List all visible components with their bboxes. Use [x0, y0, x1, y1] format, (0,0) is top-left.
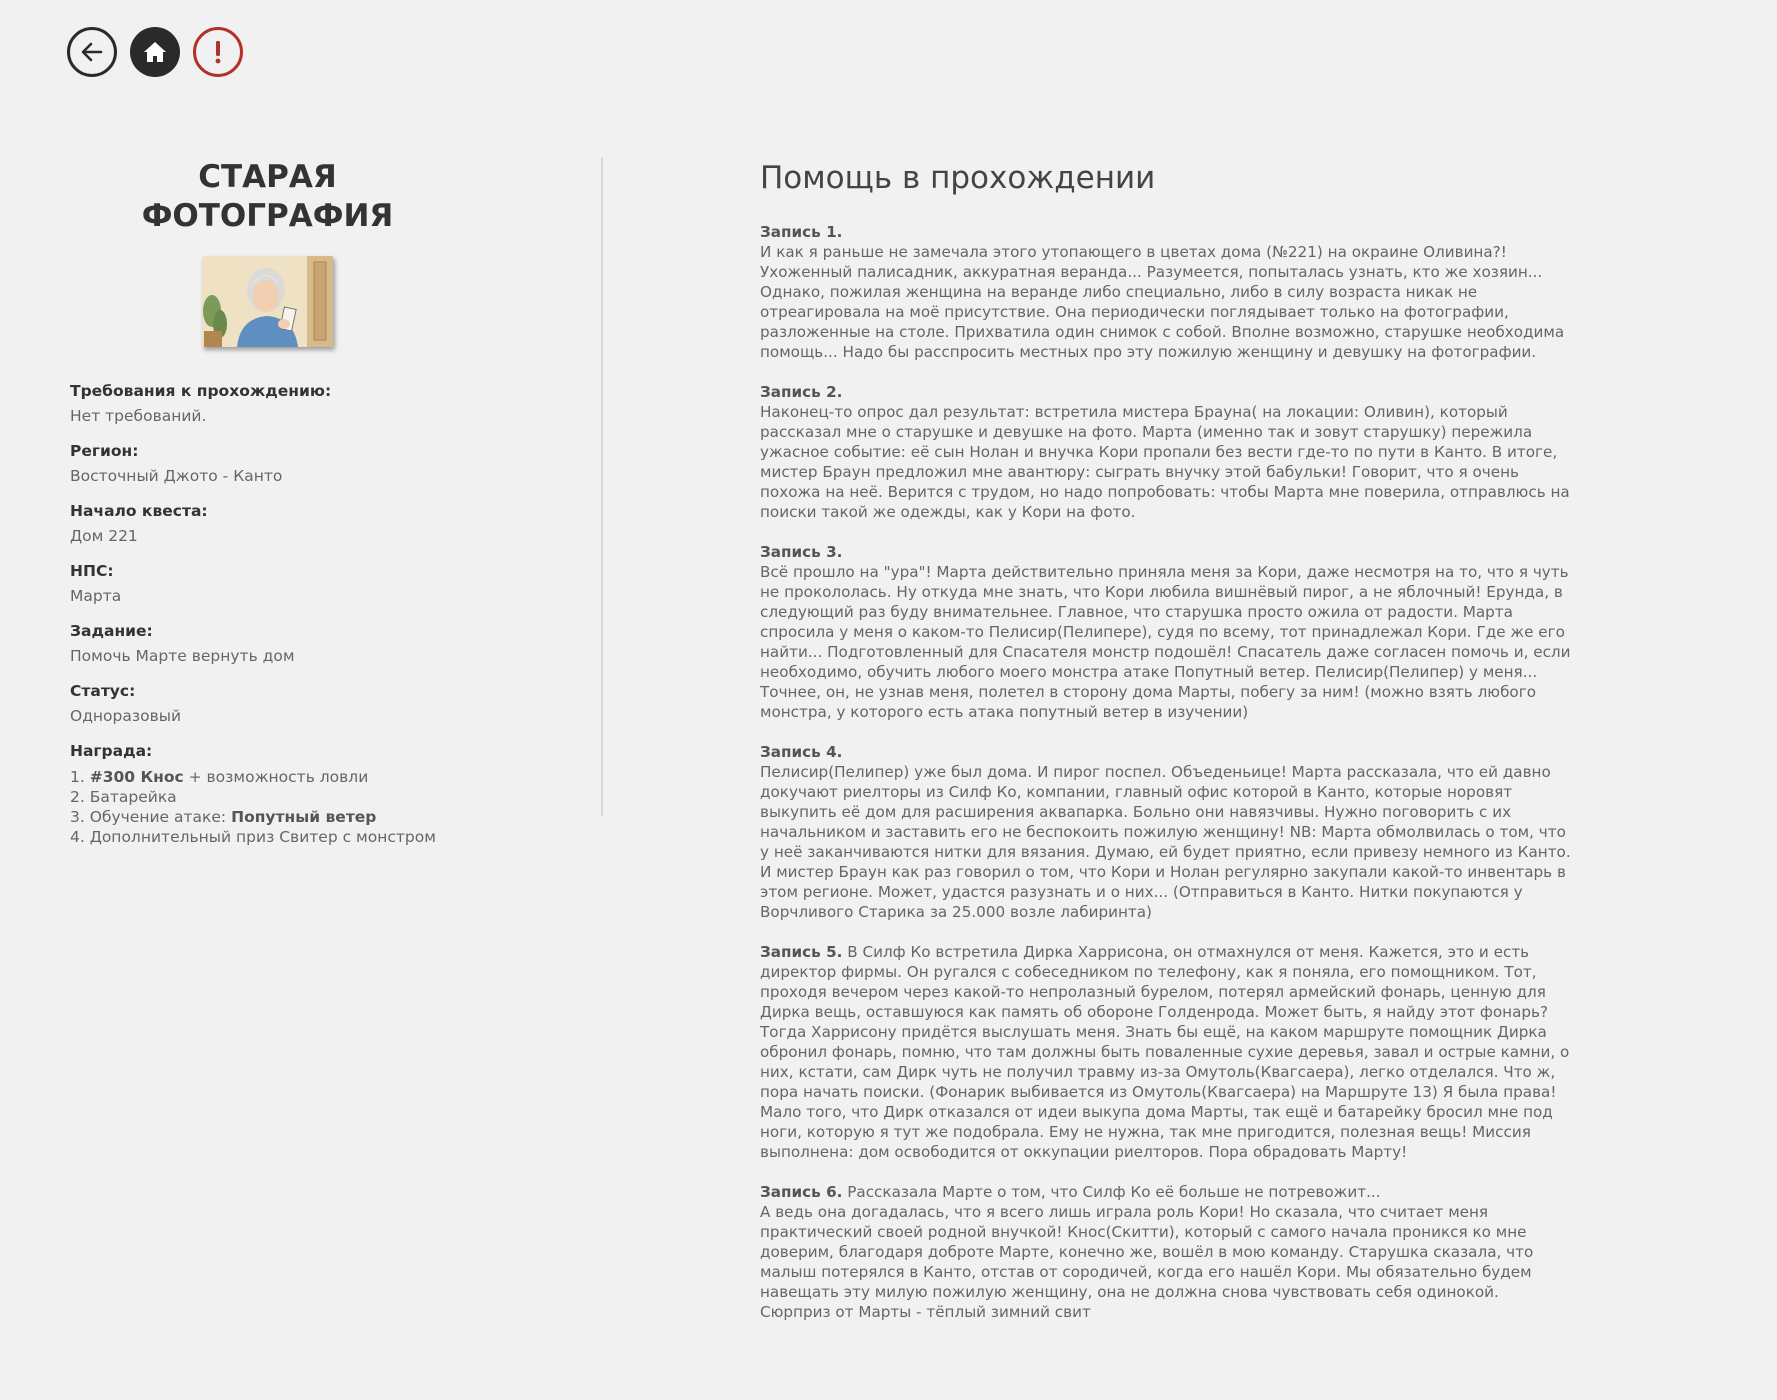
npc-label: НПС:	[70, 562, 114, 580]
home-button[interactable]	[130, 27, 180, 77]
entry-header: Запись 6.	[760, 1183, 843, 1201]
back-button[interactable]	[67, 27, 117, 77]
walkthrough-entry-2: Запись 2. Наконец-то опрос дал результат…	[760, 382, 1572, 522]
status-label: Статус:	[70, 682, 136, 700]
task-label: Задание:	[70, 622, 153, 640]
reward-item: 3. Обучение атаке: Попутный ветер	[70, 808, 377, 826]
entry-header: Запись 1.	[760, 223, 843, 241]
entry-header: Запись 3.	[760, 543, 843, 561]
top-navigation	[67, 27, 243, 77]
entry-text: Всё прошло на "ура"! Марта действительно…	[760, 563, 1571, 721]
quest-details: Требования к прохождению: Нет требований…	[70, 381, 465, 847]
reward-item: 1. #300 Кнос + возможность ловли	[70, 768, 369, 786]
entry-text: И как я раньше не замечала этого утопающ…	[760, 243, 1565, 361]
walkthrough-panel: Помощь в прохождении Запись 1. И как я р…	[760, 158, 1572, 1342]
arrow-left-icon	[81, 42, 103, 62]
npc-value: Марта	[70, 587, 122, 605]
entry-text: В Силф Ко встретила Дирка Харрисона, он …	[760, 943, 1570, 1161]
column-divider	[601, 158, 603, 816]
reward-item: 4. Дополнительный приз Свитер с монстром	[70, 828, 436, 846]
requirements-label: Требования к прохождению:	[70, 382, 332, 400]
entry-text: Рассказала Марте о том, что Силф Ко её б…	[847, 1183, 1381, 1201]
reward-item: 2. Батарейка	[70, 788, 177, 806]
exclamation-icon	[215, 41, 221, 64]
entry-text: Пелисир(Пелипер) уже был дома. И пирог п…	[760, 763, 1571, 921]
old-woman-portrait-icon	[202, 256, 333, 347]
walkthrough-title: Помощь в прохождении	[760, 160, 1156, 196]
entry-header: Запись 4.	[760, 743, 843, 761]
reward-label: Награда:	[70, 742, 153, 760]
quest-image	[202, 256, 333, 347]
walkthrough-entry-6: Запись 6. Рассказала Марте о том, что Си…	[760, 1182, 1572, 1322]
status-value: Одноразовый	[70, 707, 182, 725]
entry-header: Запись 5.	[760, 943, 843, 961]
task-value: Помочь Марте вернуть дом	[70, 647, 295, 665]
walkthrough-entry-1: Запись 1. И как я раньше не замечала это…	[760, 222, 1572, 362]
reward-list: 1. #300 Кнос + возможность ловли 2. Бата…	[70, 767, 465, 847]
region-value: Восточный Джото - Канто	[70, 467, 283, 485]
walkthrough-entry-3: Запись 3. Всё прошло на "ура"! Марта дей…	[760, 542, 1572, 722]
quest-title: СТАРАЯ ФОТОГРАФИЯ	[70, 158, 465, 236]
quest-title-line1: СТАРАЯ	[198, 159, 337, 195]
home-icon	[144, 42, 166, 62]
walkthrough-entry-4: Запись 4. Пелисир(Пелипер) уже был дома.…	[760, 742, 1572, 922]
entry-text-continued: А ведь она догадалась, что я всего лишь …	[760, 1203, 1534, 1321]
entry-text: Наконец-то опрос дал результат: встретил…	[760, 403, 1570, 521]
region-label: Регион:	[70, 442, 139, 460]
quest-start-value: Дом 221	[70, 527, 138, 545]
walkthrough-entry-5: Запись 5. В Силф Ко встретила Дирка Харр…	[760, 942, 1572, 1162]
quest-title-line2: ФОТОГРАФИЯ	[141, 198, 394, 234]
quest-start-label: Начало квеста:	[70, 502, 208, 520]
alert-button[interactable]	[193, 27, 243, 77]
requirements-value: Нет требований.	[70, 407, 207, 425]
entry-header: Запись 2.	[760, 383, 843, 401]
quest-info-panel: СТАРАЯ ФОТОГРАФИЯ Требования к прохожден…	[70, 158, 465, 847]
